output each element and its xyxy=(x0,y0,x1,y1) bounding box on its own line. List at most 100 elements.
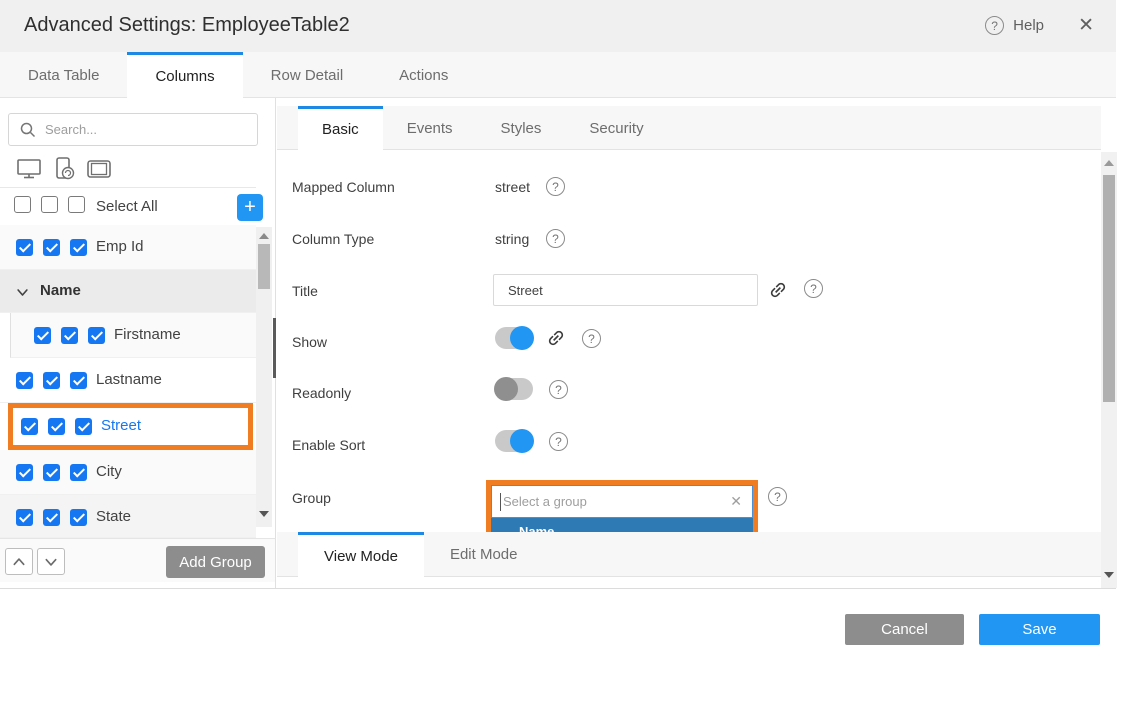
help-icon[interactable]: ? xyxy=(804,279,823,298)
field-label-column-type: Column Type xyxy=(292,231,374,247)
add-group-button[interactable]: Add Group xyxy=(166,546,265,578)
save-button[interactable]: Save xyxy=(979,614,1100,645)
checkbox[interactable] xyxy=(70,239,87,256)
checkbox[interactable] xyxy=(43,509,60,526)
checkbox[interactable] xyxy=(16,372,33,389)
help-icon[interactable]: ? xyxy=(546,177,565,196)
column-label: City xyxy=(96,463,122,480)
checkbox[interactable] xyxy=(70,509,87,526)
tab-columns[interactable]: Columns xyxy=(127,52,242,98)
help-icon[interactable]: ? xyxy=(549,380,568,399)
help-icon[interactable]: ? xyxy=(549,432,568,451)
column-label: Emp Id xyxy=(96,238,144,255)
scroll-up-icon[interactable] xyxy=(259,233,269,239)
group-select-input[interactable]: Select a group ✕ xyxy=(491,485,753,518)
scrollbar-thumb[interactable] xyxy=(258,244,270,289)
scrollbar-thumb[interactable] xyxy=(1103,175,1115,402)
toggle-knob xyxy=(510,326,534,350)
field-label-show: Show xyxy=(292,334,327,350)
checkbox[interactable] xyxy=(88,327,105,344)
move-up-button[interactable] xyxy=(5,548,33,575)
tab-row-detail[interactable]: Row Detail xyxy=(243,52,372,98)
scroll-down-icon[interactable] xyxy=(259,511,269,517)
move-down-button[interactable] xyxy=(37,548,65,575)
help-icon[interactable]: ? xyxy=(582,329,601,348)
checkbox[interactable] xyxy=(43,372,60,389)
checkbox[interactable] xyxy=(21,418,38,435)
columns-sidebar: Search... Select All + xyxy=(0,98,276,588)
checkbox[interactable] xyxy=(70,464,87,481)
select-all-checkbox-1[interactable] xyxy=(14,196,31,213)
select-all-checkbox-3[interactable] xyxy=(68,196,85,213)
mobile-icon[interactable] xyxy=(52,155,76,183)
tab-actions[interactable]: Actions xyxy=(371,52,476,98)
column-label: Street xyxy=(101,417,141,434)
checkbox[interactable] xyxy=(34,327,51,344)
field-label-mapped-column: Mapped Column xyxy=(292,179,395,195)
sidebar-scrollbar[interactable] xyxy=(256,227,272,527)
scroll-down-icon[interactable] xyxy=(1104,572,1114,578)
field-label-group: Group xyxy=(292,490,331,506)
help-icon[interactable]: ? xyxy=(546,229,565,248)
checkbox[interactable] xyxy=(48,418,65,435)
checkbox[interactable] xyxy=(16,239,33,256)
checkbox[interactable] xyxy=(70,372,87,389)
checkbox[interactable] xyxy=(16,509,33,526)
mode-tab-bar: View Mode Edit Mode xyxy=(277,532,1101,577)
cancel-button[interactable]: Cancel xyxy=(845,614,964,645)
tab-events[interactable]: Events xyxy=(383,106,477,150)
field-label-readonly: Readonly xyxy=(292,385,351,401)
tab-edit-mode[interactable]: Edit Mode xyxy=(424,532,544,577)
field-label-title: Title xyxy=(292,283,318,299)
clear-icon[interactable]: ✕ xyxy=(730,493,742,510)
help-label: Help xyxy=(1013,17,1044,34)
toggle-knob xyxy=(494,377,518,401)
link-icon[interactable] xyxy=(546,328,566,348)
chevron-down-icon[interactable] xyxy=(15,285,30,300)
tab-data-table[interactable]: Data Table xyxy=(0,52,127,98)
help-icon: ? xyxy=(985,16,1004,35)
sidebar-bottom-bar: Add Group xyxy=(0,538,276,582)
help-icon[interactable]: ? xyxy=(768,487,787,506)
desktop-icon[interactable] xyxy=(15,156,43,182)
toggle-knob xyxy=(510,429,534,453)
column-row-state[interactable]: State xyxy=(0,495,256,538)
checkbox[interactable] xyxy=(75,418,92,435)
checkbox[interactable] xyxy=(16,464,33,481)
column-row-lastname[interactable]: Lastname xyxy=(0,358,256,403)
text-cursor xyxy=(500,493,501,511)
group-row-name[interactable]: Name xyxy=(0,270,256,313)
panel-scrollbar[interactable] xyxy=(1101,152,1117,588)
search-icon xyxy=(20,122,36,138)
title-input[interactable]: Street xyxy=(493,274,758,306)
page-title: Advanced Settings: EmployeeTable2 xyxy=(24,14,350,37)
dialog-bottom-border xyxy=(0,588,1116,589)
scroll-up-icon[interactable] xyxy=(1104,160,1114,166)
column-label: Lastname xyxy=(96,371,162,388)
show-toggle[interactable] xyxy=(495,327,533,349)
column-row-empid[interactable]: Emp Id xyxy=(0,225,256,270)
link-icon[interactable] xyxy=(768,280,788,300)
tab-security[interactable]: Security xyxy=(565,106,667,150)
tab-view-mode[interactable]: View Mode xyxy=(298,532,424,577)
device-selector-row xyxy=(0,150,256,188)
panel-resize-handle[interactable] xyxy=(273,318,276,378)
select-all-checkbox-2[interactable] xyxy=(41,196,58,213)
column-row-city[interactable]: City xyxy=(0,450,256,495)
search-placeholder: Search... xyxy=(45,122,97,137)
column-type-value: string xyxy=(495,231,529,247)
close-icon[interactable]: ✕ xyxy=(1078,14,1094,37)
readonly-toggle[interactable] xyxy=(495,378,533,400)
tablet-icon[interactable] xyxy=(85,157,113,181)
tab-styles[interactable]: Styles xyxy=(477,106,566,150)
checkbox[interactable] xyxy=(43,239,60,256)
help-button[interactable]: ? Help xyxy=(985,16,1044,35)
search-input[interactable]: Search... xyxy=(8,113,258,146)
enable-sort-toggle[interactable] xyxy=(495,430,533,452)
add-column-button[interactable]: + xyxy=(237,194,263,221)
column-row-firstname[interactable]: Firstname xyxy=(10,313,256,358)
checkbox[interactable] xyxy=(43,464,60,481)
tab-basic[interactable]: Basic xyxy=(298,106,383,150)
column-row-street-highlighted[interactable]: Street xyxy=(8,403,253,450)
checkbox[interactable] xyxy=(61,327,78,344)
